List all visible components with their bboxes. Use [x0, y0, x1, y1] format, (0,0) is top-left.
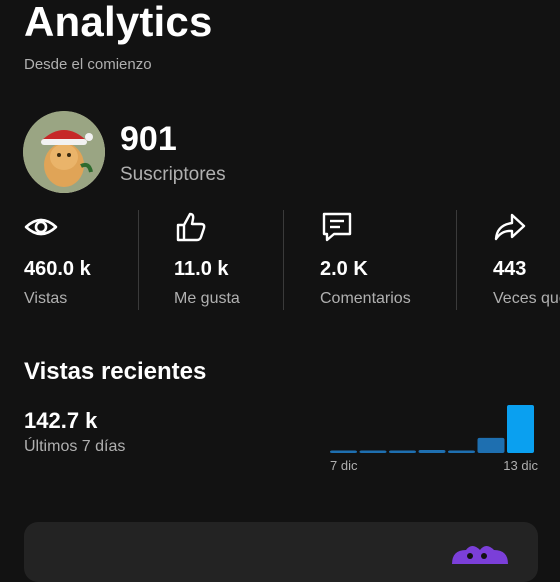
comment-icon [322, 212, 352, 242]
avatar-image [23, 111, 105, 193]
eye-icon [24, 218, 58, 236]
stat-likes[interactable]: 11.0 k Me gusta [174, 210, 279, 310]
chart-tick-label: 13 dic [503, 458, 538, 473]
avatar[interactable] [23, 111, 105, 193]
stat-value: 2.0 K [320, 258, 368, 280]
stat-views[interactable]: 460.0 k Vistas [24, 210, 134, 310]
chart-bar [507, 405, 534, 453]
recent-views-value: 142.7 k [24, 408, 98, 433]
stat-label: Vistas [24, 290, 68, 307]
section-title: Vistas recientes [24, 358, 207, 385]
stat-divider [138, 210, 139, 310]
promo-illustration-icon [452, 546, 508, 564]
stat-value: 460.0 k [24, 258, 91, 280]
share-icon [494, 213, 526, 241]
chart-bar [330, 450, 357, 453]
stat-divider [456, 210, 457, 310]
chart-bar [389, 450, 416, 453]
chart-bar [418, 449, 446, 453]
stat-value: 11.0 k [174, 258, 229, 280]
stat-value: 443 [493, 258, 527, 280]
thumbs-up-icon [176, 212, 206, 242]
stat-shares[interactable]: 443 Veces que [493, 210, 560, 310]
page-title: Analytics [24, 0, 213, 45]
stat-divider [283, 210, 284, 310]
chart-tick-label: 7 dic [330, 458, 358, 473]
stat-label: Veces que [493, 290, 560, 307]
subscriber-count: 901 [120, 120, 177, 158]
chart-bar [477, 437, 505, 453]
stat-label: Me gusta [174, 290, 240, 307]
chart-bar [448, 450, 475, 453]
page-subtitle: Desde el comienzo [24, 56, 152, 73]
recent-views-period: Últimos 7 días [24, 438, 126, 455]
chart-bar [359, 450, 387, 453]
stat-label: Comentarios [320, 290, 411, 307]
subscriber-label: Suscriptores [120, 164, 226, 185]
stat-comments[interactable]: 2.0 K Comentarios [320, 210, 450, 310]
recent-views-chart[interactable]: 7 dic 13 dic [328, 396, 540, 476]
